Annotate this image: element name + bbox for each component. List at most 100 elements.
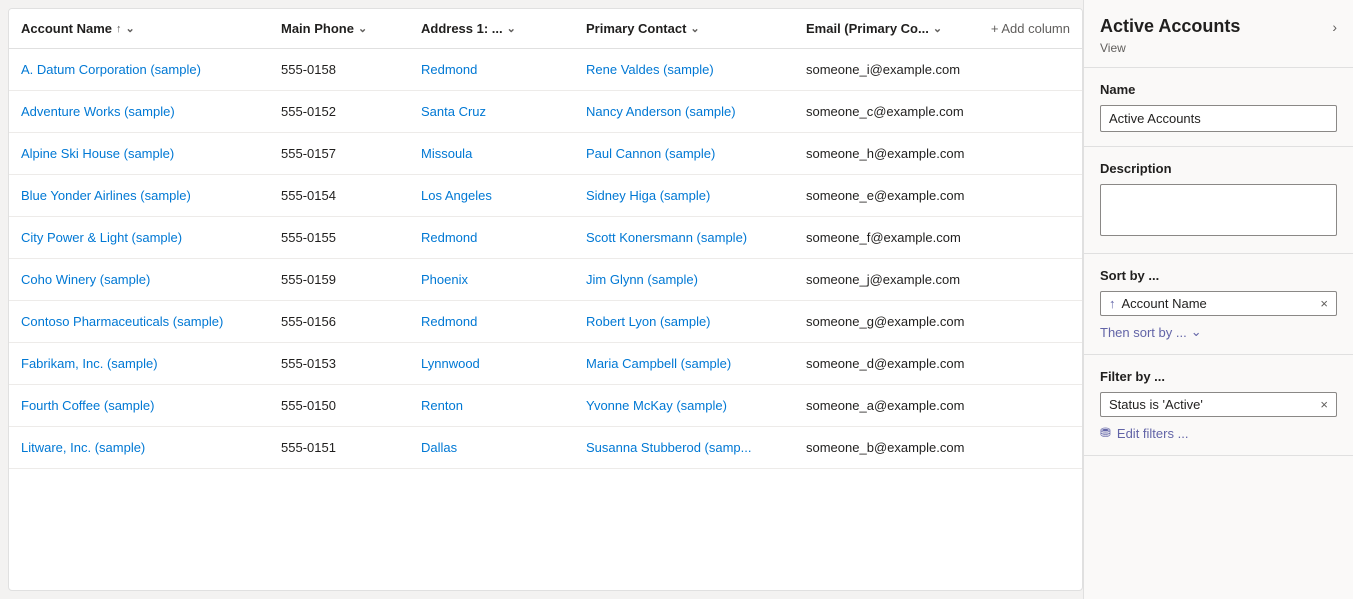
cell-account[interactable]: Contoso Pharmaceuticals (sample) <box>9 306 269 337</box>
cell-contact[interactable]: Susanna Stubberod (samp... <box>574 432 794 463</box>
cell-address[interactable]: Renton <box>409 390 574 421</box>
cell-address[interactable]: Santa Cruz <box>409 96 574 127</box>
panel-title: Active Accounts <box>1100 16 1240 37</box>
sort-section: Sort by ... ↑ Account Name × Then sort b… <box>1084 254 1353 355</box>
then-sort-chevron-icon: ⌄ <box>1191 324 1202 340</box>
cell-account[interactable]: Blue Yonder Airlines (sample) <box>9 180 269 211</box>
table-row[interactable]: A. Datum Corporation (sample)555-0158Red… <box>9 49 1082 91</box>
description-section: Description <box>1084 147 1353 254</box>
cell-phone: 555-0159 <box>269 264 409 295</box>
cell-contact[interactable]: Paul Cannon (sample) <box>574 138 794 169</box>
description-section-label: Description <box>1100 161 1337 176</box>
name-input[interactable] <box>1100 105 1337 132</box>
col-account-chevron[interactable]: ⌄ <box>126 22 135 35</box>
cell-phone: 555-0152 <box>269 96 409 127</box>
col-header-email[interactable]: Email (Primary Co... ⌄ <box>794 13 979 44</box>
sort-section-label: Sort by ... <box>1100 268 1337 283</box>
filter-icon: ⛃ <box>1100 425 1111 441</box>
table-row[interactable]: Litware, Inc. (sample)555-0151DallasSusa… <box>9 427 1082 469</box>
col-phone-label: Main Phone <box>281 21 354 36</box>
then-sort-label: Then sort by ... <box>1100 325 1187 340</box>
cell-email: someone_e@example.com <box>794 180 1082 211</box>
edit-filters-label: Edit filters ... <box>1117 426 1189 441</box>
sort-up-arrow-icon: ↑ <box>1109 296 1116 311</box>
col-email-chevron[interactable]: ⌄ <box>933 22 942 35</box>
cell-account[interactable]: Fourth Coffee (sample) <box>9 390 269 421</box>
col-contact-label: Primary Contact <box>586 21 686 36</box>
cell-phone: 555-0158 <box>269 54 409 85</box>
cell-contact[interactable]: Nancy Anderson (sample) <box>574 96 794 127</box>
cell-email: someone_c@example.com <box>794 96 1082 127</box>
col-header-address[interactable]: Address 1: ... ⌄ <box>409 13 574 44</box>
cell-contact[interactable]: Rene Valdes (sample) <box>574 54 794 85</box>
add-column-label: + Add column <box>991 21 1070 36</box>
col-email-label: Email (Primary Co... <box>806 21 929 36</box>
table-row[interactable]: Blue Yonder Airlines (sample)555-0154Los… <box>9 175 1082 217</box>
table-row[interactable]: Fabrikam, Inc. (sample)555-0153LynnwoodM… <box>9 343 1082 385</box>
cell-phone: 555-0151 <box>269 432 409 463</box>
cell-email: someone_d@example.com <box>794 348 1082 379</box>
table-row[interactable]: City Power & Light (sample)555-0155Redmo… <box>9 217 1082 259</box>
then-sort-row[interactable]: Then sort by ... ⌄ <box>1100 324 1337 340</box>
sort-chip-clear-button[interactable]: × <box>1320 297 1328 310</box>
cell-account[interactable]: City Power & Light (sample) <box>9 222 269 253</box>
filter-section-label: Filter by ... <box>1100 369 1337 384</box>
table-row[interactable]: Adventure Works (sample)555-0152Santa Cr… <box>9 91 1082 133</box>
table-row[interactable]: Fourth Coffee (sample)555-0150RentonYvon… <box>9 385 1082 427</box>
name-section: Name <box>1084 68 1353 147</box>
cell-email: someone_g@example.com <box>794 306 1082 337</box>
description-textarea[interactable] <box>1100 184 1337 236</box>
cell-email: someone_a@example.com <box>794 390 1082 421</box>
cell-contact[interactable]: Scott Konersmann (sample) <box>574 222 794 253</box>
cell-address[interactable]: Phoenix <box>409 264 574 295</box>
panel-header: Active Accounts › <box>1084 0 1353 41</box>
cell-address[interactable]: Missoula <box>409 138 574 169</box>
col-address-chevron[interactable]: ⌄ <box>507 22 516 35</box>
cell-account[interactable]: Fabrikam, Inc. (sample) <box>9 348 269 379</box>
cell-contact[interactable]: Robert Lyon (sample) <box>574 306 794 337</box>
edit-filters-row[interactable]: ⛃ Edit filters ... <box>1100 425 1337 441</box>
sort-chip: ↑ Account Name × <box>1100 291 1337 316</box>
panel-chevron-right[interactable]: › <box>1332 19 1337 35</box>
cell-contact[interactable]: Maria Campbell (sample) <box>574 348 794 379</box>
col-header-account[interactable]: Account Name ↑ ⌄ <box>9 13 269 44</box>
cell-account[interactable]: A. Datum Corporation (sample) <box>9 54 269 85</box>
cell-email: someone_f@example.com <box>794 222 1082 253</box>
cell-phone: 555-0155 <box>269 222 409 253</box>
name-section-label: Name <box>1100 82 1337 97</box>
col-contact-chevron[interactable]: ⌄ <box>690 22 699 35</box>
table-row[interactable]: Coho Winery (sample)555-0159PhoenixJim G… <box>9 259 1082 301</box>
cell-account[interactable]: Adventure Works (sample) <box>9 96 269 127</box>
cell-address[interactable]: Los Angeles <box>409 180 574 211</box>
cell-email: someone_b@example.com <box>794 432 1082 463</box>
table-row[interactable]: Contoso Pharmaceuticals (sample)555-0156… <box>9 301 1082 343</box>
filter-chip-clear-button[interactable]: × <box>1320 397 1328 412</box>
cell-address[interactable]: Dallas <box>409 432 574 463</box>
cell-address[interactable]: Redmond <box>409 54 574 85</box>
cell-contact[interactable]: Yvonne McKay (sample) <box>574 390 794 421</box>
cell-phone: 555-0153 <box>269 348 409 379</box>
filter-chip: Status is 'Active' × <box>1100 392 1337 417</box>
accounts-table-container: Account Name ↑ ⌄ Main Phone ⌄ Address 1:… <box>8 8 1083 591</box>
cell-phone: 555-0156 <box>269 306 409 337</box>
cell-account[interactable]: Litware, Inc. (sample) <box>9 432 269 463</box>
cell-contact[interactable]: Jim Glynn (sample) <box>574 264 794 295</box>
add-column-button[interactable]: + Add column <box>979 13 1082 44</box>
cell-address[interactable]: Redmond <box>409 306 574 337</box>
panel-subtitle: View <box>1084 41 1353 67</box>
cell-address[interactable]: Redmond <box>409 222 574 253</box>
cell-phone: 555-0157 <box>269 138 409 169</box>
table-row[interactable]: Alpine Ski House (sample)555-0157Missoul… <box>9 133 1082 175</box>
col-header-phone[interactable]: Main Phone ⌄ <box>269 13 409 44</box>
cell-account[interactable]: Alpine Ski House (sample) <box>9 138 269 169</box>
cell-address[interactable]: Lynnwood <box>409 348 574 379</box>
cell-contact[interactable]: Sidney Higa (sample) <box>574 180 794 211</box>
col-header-contact[interactable]: Primary Contact ⌄ <box>574 13 794 44</box>
sort-chip-label: Account Name <box>1122 296 1315 311</box>
table-body: A. Datum Corporation (sample)555-0158Red… <box>9 49 1082 590</box>
col-account-label: Account Name <box>21 21 112 36</box>
cell-phone: 555-0150 <box>269 390 409 421</box>
cell-account[interactable]: Coho Winery (sample) <box>9 264 269 295</box>
col-phone-chevron[interactable]: ⌄ <box>358 22 367 35</box>
cell-phone: 555-0154 <box>269 180 409 211</box>
